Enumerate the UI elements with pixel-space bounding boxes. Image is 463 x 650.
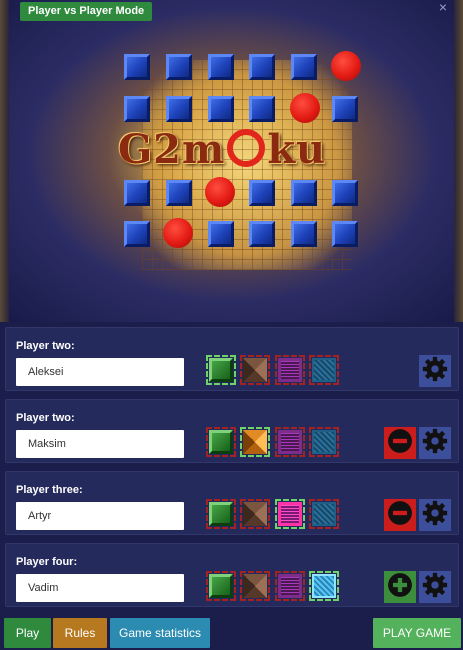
tile-swatch [243,502,267,526]
tile-swatch [312,430,336,454]
gear-icon [422,500,448,531]
board-red-stone [331,51,361,81]
tile-option-purple[interactable] [275,571,305,601]
play-game-button[interactable]: PLAY GAME [373,618,461,648]
player-label: Player two: [16,340,75,352]
tile-option-purple[interactable] [275,499,305,529]
tile-option-purple[interactable] [275,427,305,457]
player-name-input[interactable] [16,502,184,530]
tile-swatch [278,502,302,526]
game-logo: G2m ku [118,126,368,174]
board-block [291,180,317,206]
tile-option-blue[interactable] [309,571,339,601]
tile-swatch [209,502,233,526]
tile-swatch [209,430,233,454]
rules-button[interactable]: Rules [53,618,107,648]
player-name-input[interactable] [16,574,184,602]
board-block [208,54,234,80]
tile-swatch [312,574,336,598]
tile-swatch [278,430,302,454]
board-block [166,96,192,122]
artwork-left-edge [0,0,9,322]
bottom-bar: Play Rules Game statistics PLAY GAME [0,612,463,650]
tile-option-blue[interactable] [309,427,339,457]
tile-swatch [243,430,267,454]
board-block [166,180,192,206]
board-block [332,180,358,206]
play-tab-button[interactable]: Play [4,618,51,648]
board-block [166,54,192,80]
player-settings-button[interactable] [419,571,451,603]
tile-option-brown[interactable] [240,499,270,529]
tile-swatch [278,358,302,382]
close-icon[interactable]: × [439,0,447,14]
tile-option-green[interactable] [206,355,236,385]
logo-text-ku: ku [267,126,327,173]
player-settings-button[interactable] [419,355,451,387]
player-panel: Player two: [5,399,459,463]
player-label: Player three: [16,484,83,496]
tile-option-green[interactable] [206,499,236,529]
tile-swatch [243,574,267,598]
board-block [124,54,150,80]
board-block [332,96,358,122]
board-red-stone [163,218,193,248]
tile-option-brown[interactable] [240,571,270,601]
board-block [249,221,275,247]
tile-option-green[interactable] [206,571,236,601]
minus-circle-icon [387,428,413,459]
board-block [249,96,275,122]
game-statistics-button[interactable]: Game statistics [110,618,210,648]
tile-swatch [243,358,267,382]
tile-option-blue[interactable] [309,355,339,385]
player-settings-button[interactable] [419,499,451,531]
tile-swatch [312,358,336,382]
player-panel: Player three: [5,471,459,535]
player-settings-button[interactable] [419,427,451,459]
board-block [291,54,317,80]
board-block [208,221,234,247]
plus-circle-icon [387,572,413,603]
logo-text-2m: 2m [153,126,226,173]
tile-swatch [278,574,302,598]
tile-swatch [209,574,233,598]
gear-icon [422,356,448,387]
logo-text-g: G [118,126,154,173]
logo-ring [227,129,266,167]
title-artwork: G2m ku Player vs Player Mode × [0,0,463,322]
tile-swatch [209,358,233,382]
remove-player-button[interactable] [384,499,416,531]
player-name-input[interactable] [16,430,184,458]
add-player-button[interactable] [384,571,416,603]
tile-option-brown[interactable] [240,427,270,457]
board-red-stone [205,177,235,207]
board-block [124,96,150,122]
tile-option-purple[interactable] [275,355,305,385]
player-panel: Player two: [5,327,459,391]
tile-option-blue[interactable] [309,499,339,529]
board-block [291,221,317,247]
board-red-stone [290,93,320,123]
player-name-input[interactable] [16,358,184,386]
tile-option-brown[interactable] [240,355,270,385]
player-label: Player four: [16,556,78,568]
board-block [249,180,275,206]
remove-player-button[interactable] [384,427,416,459]
artwork-right-edge [454,0,463,322]
gear-icon [422,428,448,459]
tile-option-green[interactable] [206,427,236,457]
board-block [332,221,358,247]
player-panel: Player four: [5,543,459,607]
player-label: Player two: [16,412,75,424]
board-block [208,96,234,122]
board-block [249,54,275,80]
gear-icon [422,572,448,603]
mode-badge: Player vs Player Mode [20,2,153,21]
tile-swatch [312,502,336,526]
board-block [124,221,150,247]
board-block [124,180,150,206]
minus-circle-icon [387,500,413,531]
